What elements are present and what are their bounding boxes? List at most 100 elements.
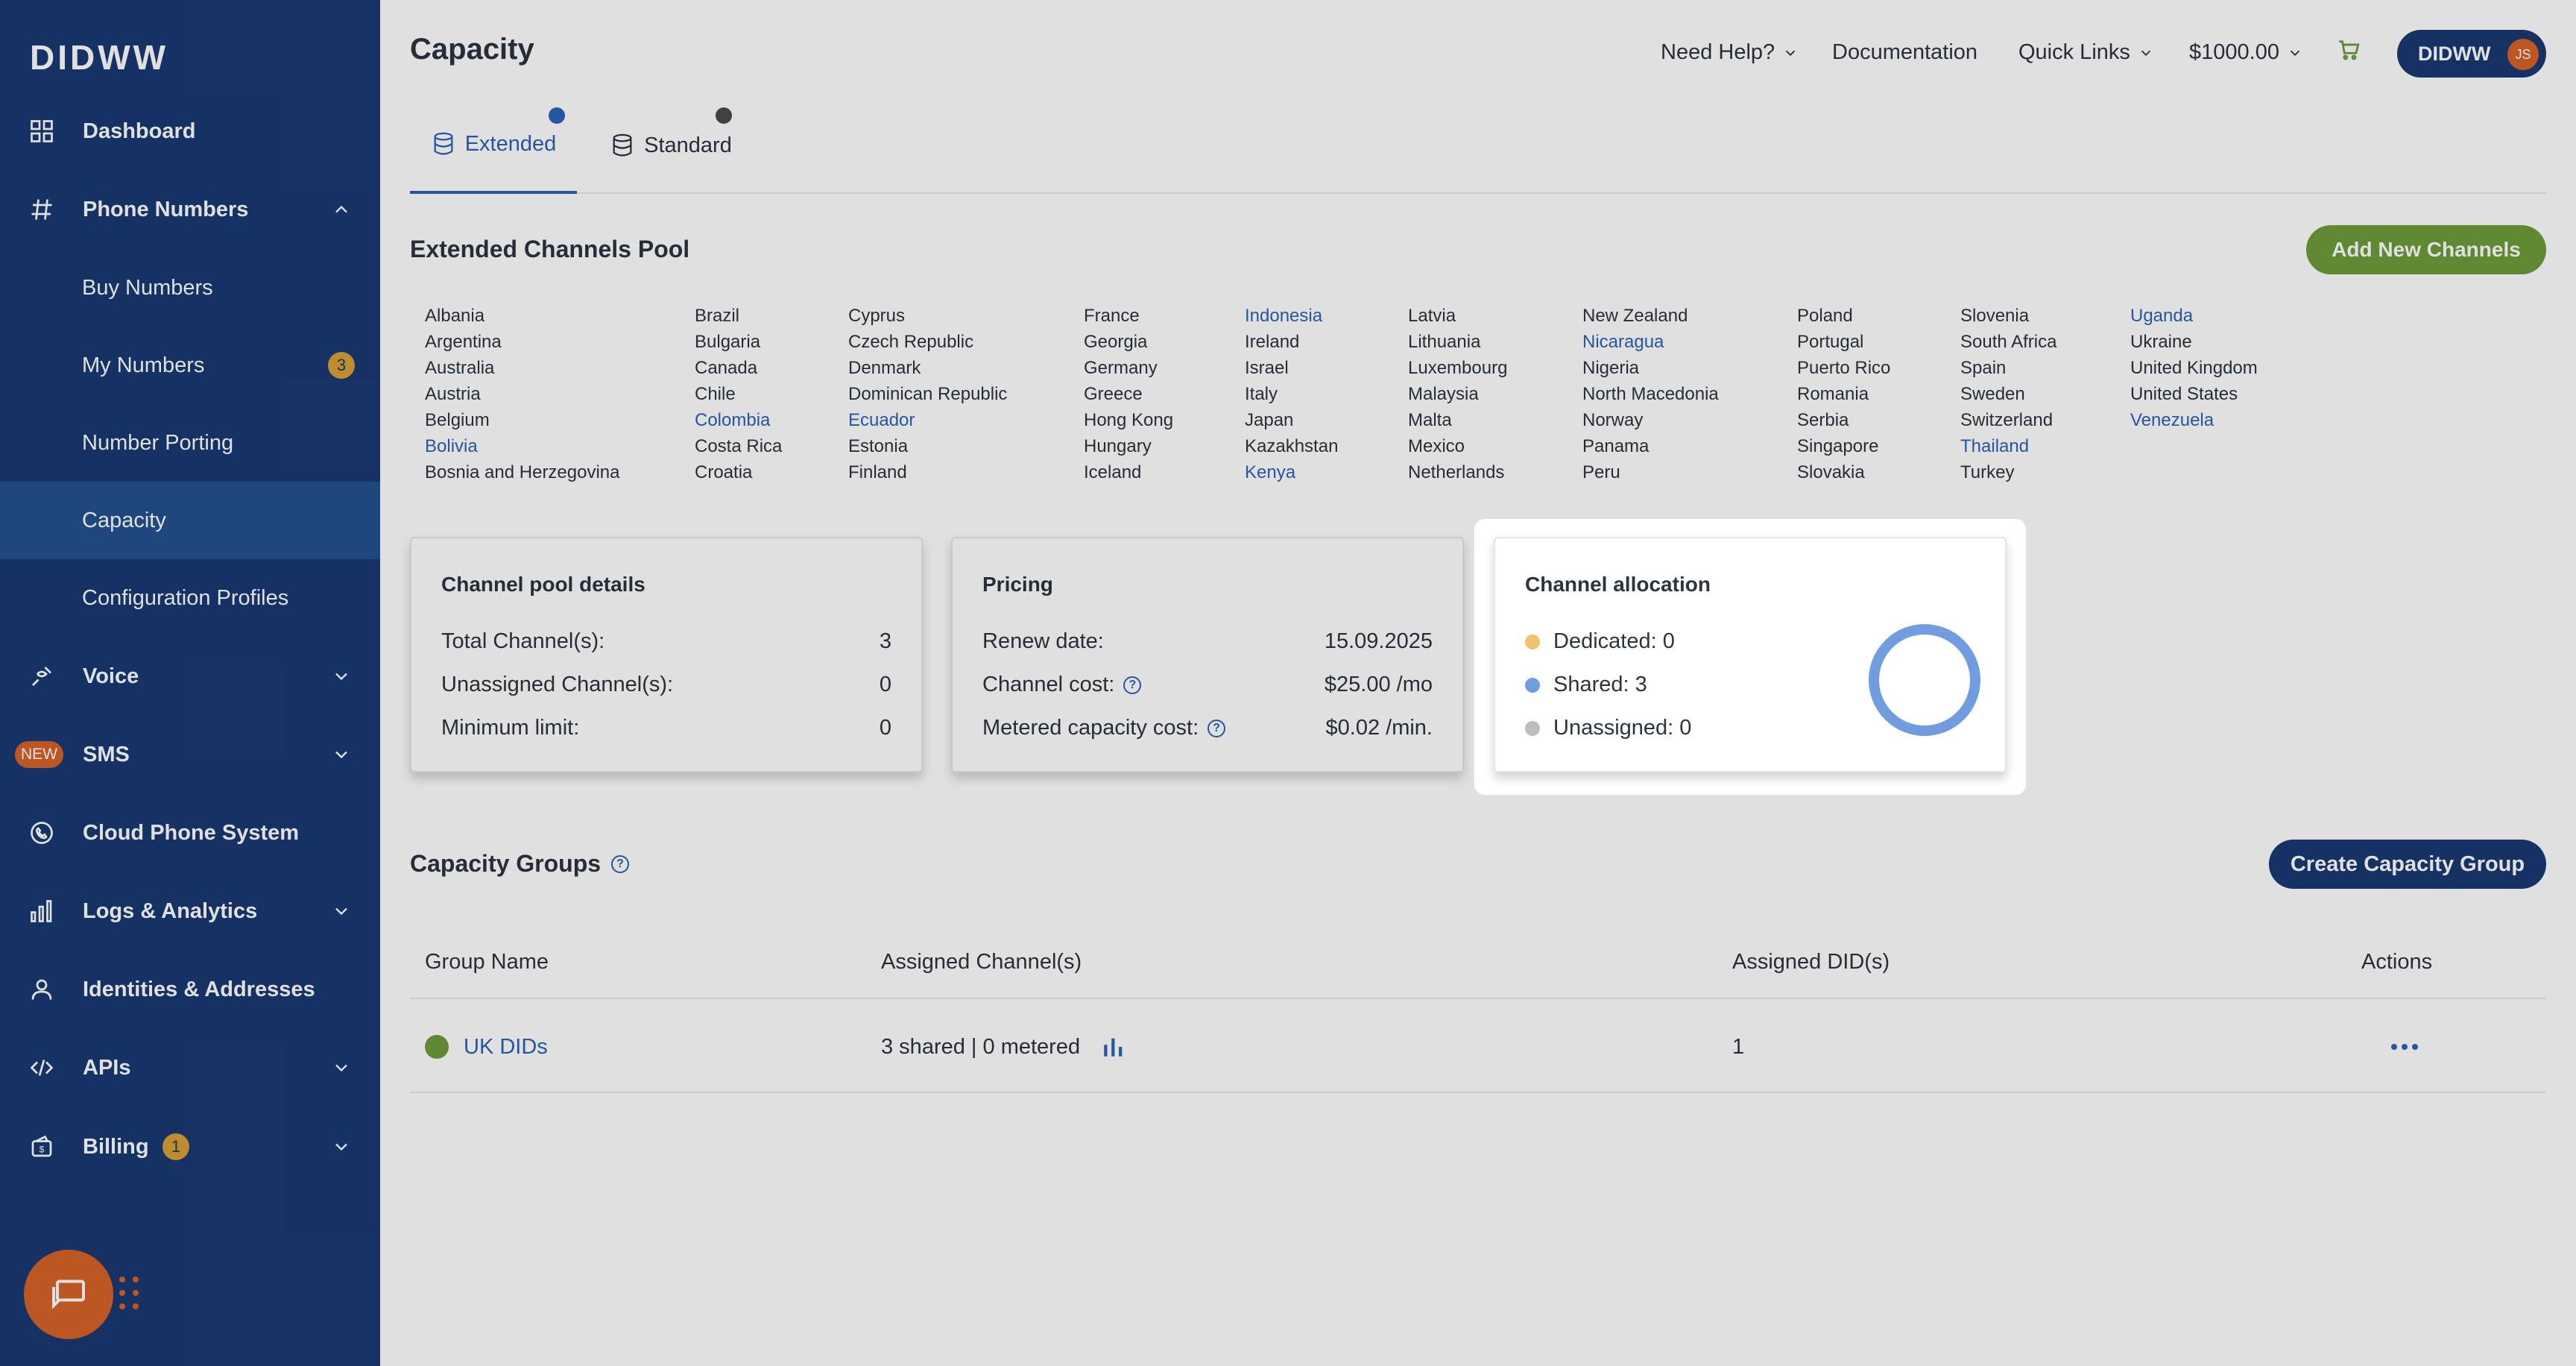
country-name: Norway — [1582, 410, 1644, 430]
country-column: Uganda Ukraine United Kingdom United States… — [2130, 303, 2258, 433]
country-name: Slovakia — [1797, 462, 1865, 482]
documentation-link[interactable]: Documentation — [1832, 40, 1977, 65]
row-actions-button[interactable] — [2390, 1001, 2419, 1093]
country-name: Hungary — [1084, 436, 1152, 456]
hash-icon — [27, 195, 57, 224]
need-help-dropdown[interactable]: Need Help? — [1661, 40, 1799, 65]
country-link[interactable]: Venezuela — [2130, 407, 2258, 433]
sidebar-item-identities-addresses[interactable]: Identities & Addresses — [0, 951, 380, 1028]
chat-icon — [52, 1280, 85, 1309]
country-name: Luxembourg — [1408, 358, 1508, 378]
chat-button[interactable] — [24, 1250, 113, 1339]
assigned-dids-cell: 1 — [1732, 1034, 1745, 1059]
country-name: Chile — [695, 384, 736, 404]
chevron-down-icon — [335, 1064, 347, 1072]
sidebar-item-apis[interactable]: APIs — [0, 1029, 380, 1107]
sidebar-item-label: Phone Numbers — [83, 197, 249, 221]
add-new-channels-button[interactable]: Add New Channels — [2306, 225, 2546, 274]
detail-label: Minimum limit: — [441, 716, 580, 740]
help-icon[interactable]: ? — [1208, 719, 1226, 737]
country-name: Turkey — [1960, 462, 2015, 482]
legend-item-shared: Shared: 3 — [1525, 673, 1647, 697]
group-name-cell: UK DIDs — [425, 1001, 548, 1093]
country-name: Bosnia and Herzegovina — [425, 462, 620, 482]
help-icon[interactable]: ? — [611, 854, 630, 873]
wallet-icon: $ — [27, 1132, 57, 1162]
drag-handle[interactable] — [119, 1277, 142, 1312]
country-link[interactable]: Uganda — [2130, 303, 2258, 329]
country-column: Albania Argentina Australia Austria Belgium B… — [425, 303, 620, 485]
country-link[interactable]: Nicaragua — [1582, 329, 1719, 355]
country-link[interactable]: Kenya — [1245, 459, 1338, 485]
create-capacity-group-button[interactable]: Create Capacity Group — [2269, 840, 2546, 889]
database-icon — [434, 132, 453, 155]
sidebar-item-billing[interactable]: $ Billing 1 — [0, 1108, 380, 1186]
country-name: Argentina — [425, 332, 502, 352]
cart-icon — [2339, 40, 2360, 60]
quick-links-dropdown[interactable]: Quick Links — [2018, 40, 2154, 65]
sidebar-item-voice[interactable]: Voice — [0, 638, 380, 715]
country-name: Finland — [848, 462, 907, 482]
country-name: Portugal — [1797, 332, 1864, 352]
country-column: Indonesia Ireland Israel Italy Japan Kazakhst… — [1245, 303, 1338, 485]
account-menu[interactable]: DIDWW JS — [2397, 30, 2546, 78]
legend-label: Shared: 3 — [1553, 673, 1647, 696]
country-name: Brazil — [695, 306, 740, 326]
page-title: Capacity — [410, 33, 534, 66]
balance-dropdown[interactable]: $1000.00 — [2189, 40, 2303, 65]
country-link[interactable]: Indonesia — [1245, 303, 1338, 329]
country-name: Costa Rica — [695, 436, 783, 456]
sidebar-item-cloud-phone-system[interactable]: Cloud Phone System — [0, 794, 380, 872]
need-help-label: Need Help? — [1661, 40, 1775, 64]
sidebar-item-number-porting[interactable]: Number Porting — [0, 404, 380, 482]
column-header-actions: Actions — [2361, 949, 2433, 974]
legend-item-dedicated: Dedicated: 0 — [1525, 629, 1675, 654]
didww-logo[interactable]: DIDWW — [30, 37, 168, 78]
grid-icon — [27, 116, 57, 146]
country-name: Kazakhstan — [1245, 436, 1339, 456]
sidebar-item-my-numbers[interactable]: My Numbers 3 — [0, 327, 380, 404]
country-name: Latvia — [1408, 306, 1456, 326]
country-link[interactable]: Thailand — [1960, 433, 2056, 459]
country-link[interactable]: Colombia — [695, 407, 782, 433]
capacity-tabs: Extended Standard — [410, 97, 2546, 194]
sidebar-item-capacity[interactable]: Capacity — [0, 482, 380, 559]
tab-extended[interactable]: Extended — [410, 97, 577, 194]
country-name: Israel — [1245, 358, 1289, 378]
tab-indicator-dot — [549, 107, 565, 124]
chevron-up-icon — [335, 205, 347, 213]
country-name: Switzerland — [1960, 410, 2053, 430]
country-name: Puerto Rico — [1797, 358, 1891, 378]
country-link[interactable]: Ecuador — [848, 407, 1007, 433]
column-header-assigned-channels: Assigned Channel(s) — [881, 949, 1082, 974]
help-icon[interactable]: ? — [1123, 676, 1142, 694]
country-name: United States — [2130, 384, 2238, 404]
capacity-groups-title-label: Capacity Groups — [410, 850, 602, 877]
country-name: Mexico — [1408, 436, 1465, 456]
cart-button[interactable] — [2336, 37, 2361, 63]
tab-standard[interactable]: Standard — [596, 97, 745, 194]
country-name: Hong Kong — [1084, 410, 1174, 430]
country-name: Cyprus — [848, 306, 906, 326]
group-name-link[interactable]: UK DIDs — [464, 1035, 548, 1060]
capacity-groups-title: Capacity Groups ? — [410, 850, 630, 878]
sidebar-item-label: Logs & Analytics — [83, 898, 258, 923]
country-column: France Georgia Germany Greece Hong Kong Hunga… — [1084, 303, 1173, 485]
pricing-row: Renew date: 15.09.2025 — [982, 629, 1433, 654]
country-name: Peru — [1582, 462, 1620, 482]
sidebar-item-configuration-profiles[interactable]: Configuration Profiles — [0, 559, 380, 637]
sidebar-item-sms[interactable]: NEW SMS — [0, 716, 380, 793]
assigned-channels-value: 3 shared | 0 metered — [881, 1034, 1081, 1059]
sidebar-item-buy-numbers[interactable]: Buy Numbers — [0, 249, 380, 327]
user-icon — [27, 975, 57, 1004]
sidebar-item-dashboard[interactable]: Dashboard — [0, 92, 380, 170]
country-name: Germany — [1084, 358, 1158, 378]
sidebar-item-logs-analytics[interactable]: Logs & Analytics — [0, 872, 380, 950]
avatar: JS — [2507, 39, 2539, 70]
bar-chart-icon[interactable] — [1101, 1034, 1126, 1060]
sidebar-item-label: Dashboard — [83, 119, 196, 143]
country-name: Japan — [1245, 410, 1294, 430]
country-link[interactable]: Bolivia — [425, 433, 620, 459]
sidebar-item-phone-numbers[interactable]: Phone Numbers — [0, 171, 380, 248]
country-name: Bulgaria — [695, 332, 761, 352]
